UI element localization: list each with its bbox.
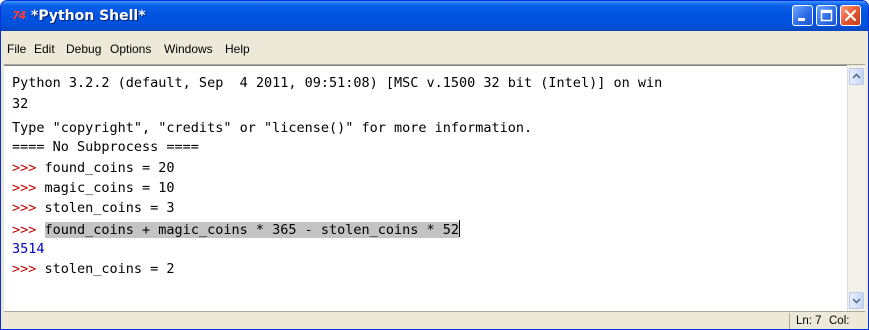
menu-options[interactable]: Options <box>110 41 151 57</box>
command-text: magic_coins = 10 <box>44 180 175 196</box>
scroll-up-button[interactable] <box>849 68 864 85</box>
command-text: stolen_coins = 2 <box>44 261 175 277</box>
minimize-icon <box>798 18 805 21</box>
cursor-position: Ln: 7 Col: 55 <box>789 313 865 329</box>
window-title: *Python Shell* <box>31 8 146 24</box>
scroll-down-button[interactable] <box>849 292 864 309</box>
prompt: >>> <box>12 160 45 176</box>
minimize-button[interactable] <box>792 5 813 26</box>
output-line: 3514 <box>12 241 45 257</box>
prompt: >>> <box>12 180 45 196</box>
command-text: stolen_coins = 3 <box>44 200 175 216</box>
prompt: >>> <box>12 200 45 216</box>
menu-help[interactable]: Help <box>225 41 250 57</box>
menu-edit[interactable]: Edit <box>34 41 55 57</box>
close-icon <box>844 9 857 22</box>
command-line: >>> stolen_coins = 3 <box>12 199 175 218</box>
prompt: >>> <box>12 261 45 277</box>
status-bar: Ln: 7 Col: 55 <box>4 311 865 329</box>
subprocess-line: ==== No Subprocess ==== <box>12 139 199 155</box>
menu-debug[interactable]: Debug <box>66 41 101 57</box>
banner-line: Python 3.2.2 (default, Sep 4 2011, 09:51… <box>12 75 663 91</box>
close-button[interactable] <box>840 5 861 26</box>
menu-file[interactable]: File <box>7 41 26 57</box>
command-line: >>> stolen_coins = 2 <box>12 260 175 279</box>
shell-text-area[interactable]: Python 3.2.2 (default, Sep 4 2011, 09:51… <box>4 65 847 312</box>
scroll-up-arrow-icon <box>852 73 861 79</box>
scroll-down-arrow-icon <box>852 298 861 304</box>
maximize-button[interactable] <box>816 5 837 26</box>
command-line: >>> found_coins + magic_coins * 365 - st… <box>12 220 461 239</box>
python-shell-window: 74 *Python Shell* File Edit Debug Option… <box>0 0 869 330</box>
command-text: found_coins = 20 <box>44 160 175 176</box>
line-number: Ln: 7 <box>796 315 822 327</box>
maximize-icon <box>820 9 833 22</box>
menu-bar: File Edit Debug Options Windows Help <box>4 41 865 61</box>
column-number: Col: 55 <box>829 315 850 327</box>
selected-command-text: found_coins + magic_coins * 365 - stolen… <box>44 222 460 238</box>
menu-windows[interactable]: Windows <box>164 41 213 57</box>
title-bar[interactable]: 74 *Python Shell* <box>1 1 868 31</box>
banner-line: Type "copyright", "credits" or "license(… <box>12 120 533 136</box>
prompt: >>> <box>12 222 45 238</box>
command-line: >>> magic_coins = 10 <box>12 179 175 198</box>
command-line: >>> found_coins = 20 <box>12 159 175 178</box>
idle-app-icon: 74 <box>12 9 26 22</box>
banner-line: 32 <box>12 96 29 112</box>
vertical-scrollbar[interactable] <box>847 66 866 311</box>
text-cursor <box>459 220 461 237</box>
